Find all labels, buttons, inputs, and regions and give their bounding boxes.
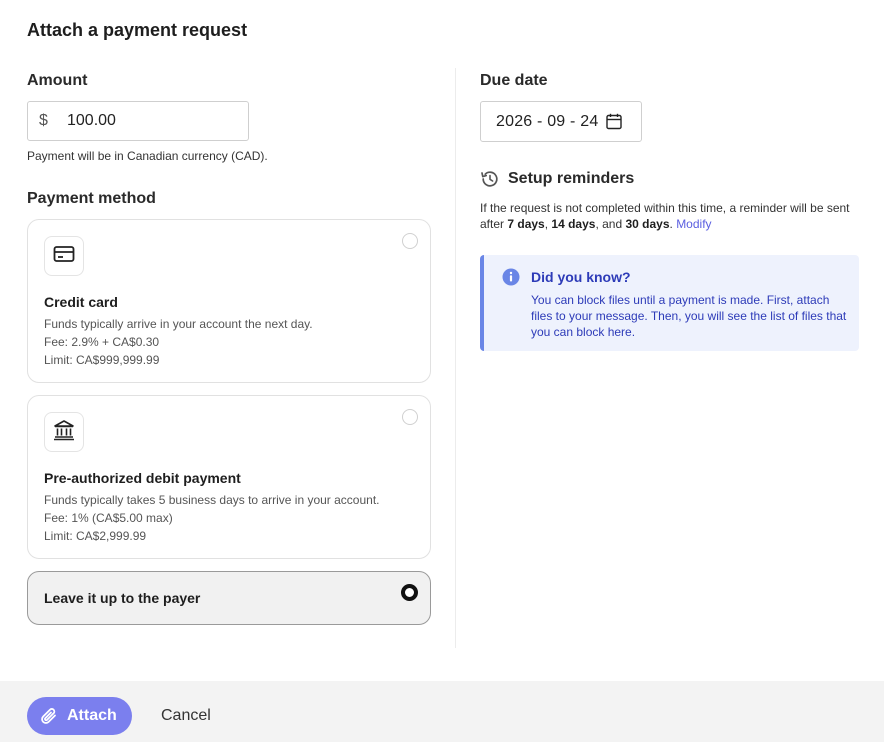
payment-method-label: Payment method [27, 190, 156, 207]
amount-help-text: Payment will be in Canadian currency (CA… [27, 149, 268, 163]
due-date-label: Due date [480, 72, 548, 89]
modify-reminders-link[interactable]: Modify [676, 217, 711, 231]
dialog-footer [0, 681, 884, 742]
credit-card-radio[interactable] [402, 233, 418, 249]
due-date-input[interactable]: 2026 - 09 - 24 [480, 101, 642, 142]
payment-option-credit-card[interactable]: Credit card Funds typically arrive in yo… [27, 219, 431, 383]
pre-authorized-debit-fee: Fee: 1% (CA$5.00 max) [44, 511, 173, 525]
currency-symbol: $ [39, 112, 48, 129]
amount-value[interactable]: 100.00 [67, 112, 116, 130]
due-date-value[interactable]: 2026 - 09 - 24 [496, 113, 598, 131]
reminders-sep-2: , and [595, 217, 626, 231]
paperclip-icon [40, 706, 58, 726]
leave-to-payer-title: Leave it up to the payer [44, 590, 201, 606]
attach-button-label: Attach [67, 707, 117, 724]
payment-option-pre-authorized-debit[interactable]: Pre-authorized debit payment Funds typic… [27, 395, 431, 559]
credit-card-title: Credit card [44, 294, 118, 310]
callout-body: You can block files until a payment is m… [531, 293, 847, 339]
pre-authorized-debit-limit: Limit: CA$2,999.99 [44, 529, 147, 543]
reminders-description: If the request is not completed within t… [480, 200, 860, 232]
calendar-icon[interactable] [606, 113, 623, 130]
did-you-know-callout: Did you know? You can block files until … [480, 255, 859, 351]
callout-title: Did you know? [531, 269, 631, 285]
dialog-title: Attach a payment request [27, 20, 248, 40]
reminder-interval-1: 7 days [507, 217, 545, 231]
amount-label: Amount [27, 72, 88, 89]
bank-icon-box [44, 412, 84, 452]
reminder-interval-2: 14 days [551, 217, 596, 231]
credit-card-fee: Fee: 2.9% + CA$0.30 [44, 335, 160, 349]
cancel-button[interactable]: Cancel [161, 707, 211, 725]
column-divider [455, 68, 456, 648]
history-icon [480, 170, 499, 193]
pre-authorized-debit-radio[interactable] [402, 409, 418, 425]
credit-card-icon-box [44, 236, 84, 276]
pre-authorized-debit-title: Pre-authorized debit payment [44, 470, 241, 486]
attach-button[interactable]: Attach [27, 697, 132, 735]
credit-card-description: Funds typically arrive in your account t… [44, 317, 313, 331]
amount-input[interactable]: $ 100.00 [27, 101, 249, 141]
info-icon [502, 268, 520, 291]
pre-authorized-debit-description: Funds typically takes 5 business days to… [44, 493, 380, 507]
payment-option-leave-to-payer[interactable]: Leave it up to the payer [27, 571, 431, 625]
credit-card-limit: Limit: CA$999,999.99 [44, 353, 160, 367]
bank-icon [53, 419, 75, 446]
reminder-interval-3: 30 days [625, 217, 670, 231]
leave-to-payer-radio[interactable] [401, 584, 418, 601]
credit-card-icon [53, 245, 75, 268]
setup-reminders-title: Setup reminders [508, 170, 635, 187]
